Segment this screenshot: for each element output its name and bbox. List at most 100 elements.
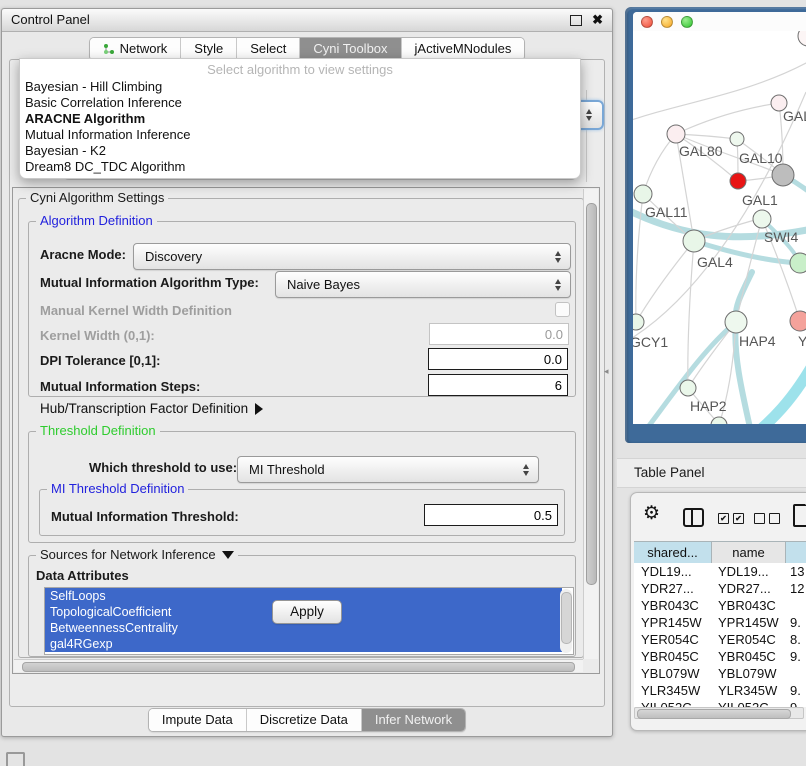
apply-button[interactable]: Apply	[272, 600, 342, 624]
tab-label: Style	[194, 38, 223, 60]
algorithm-option[interactable]: ARACNE Algorithm	[20, 111, 580, 127]
network-node[interactable]	[634, 185, 652, 203]
column-header-shared-name[interactable]: shared...	[634, 542, 712, 564]
split-pane-handle[interactable]: ◂	[604, 366, 609, 377]
tab-select[interactable]: Select	[237, 38, 300, 60]
attribute-list-scrollbar[interactable]	[560, 589, 572, 653]
table-cell: 9.	[786, 648, 806, 665]
scrollbar-thumb[interactable]	[561, 592, 572, 644]
expand-triangle-icon	[255, 403, 263, 415]
network-node[interactable]	[790, 311, 806, 331]
table-cell: 9.	[786, 614, 806, 631]
network-edge[interactable]	[688, 322, 736, 388]
column-header-partial[interactable]	[786, 542, 806, 564]
mi-threshold-input[interactable]	[424, 504, 558, 526]
algorithm-option[interactable]: Mutual Information Inference	[20, 127, 580, 143]
zoom-traffic-light[interactable]	[681, 16, 693, 28]
scrollbar-thumb[interactable]	[637, 709, 791, 719]
mi-algorithm-type-combobox[interactable]: Naive Bayes	[275, 271, 571, 298]
algorithm-option[interactable]: Basic Correlation Inference	[20, 95, 580, 111]
network-node[interactable]	[680, 380, 696, 396]
tab-style[interactable]: Style	[181, 38, 237, 60]
network-edge[interactable]	[748, 366, 806, 424]
tab-label: Cyni Toolbox	[313, 38, 387, 60]
dpi-tolerance-input[interactable]	[428, 348, 568, 370]
algorithm-option[interactable]: Bayesian - Hill Climbing	[20, 79, 580, 95]
table-panel-header: Table Panel	[617, 458, 806, 488]
algorithm-option[interactable]: Bayesian - K2	[20, 143, 580, 159]
column-header-name[interactable]: name	[712, 542, 786, 564]
manual-kernel-width-checkbox[interactable]	[555, 302, 570, 317]
algorithm-definition-group: Algorithm Definition Aracne Mode: Discov…	[28, 221, 576, 397]
table-cell: YPR145W	[712, 614, 786, 631]
settings-horizontal-scrollbar[interactable]	[14, 659, 583, 672]
network-node[interactable]	[798, 31, 806, 46]
network-window-titlebar	[633, 12, 806, 32]
table-row[interactable]: YBR043CYBR043C	[634, 597, 806, 614]
tab-cyni-toolbox[interactable]: Cyni Toolbox	[300, 38, 401, 60]
aracne-mode-combobox[interactable]: Discovery	[133, 243, 571, 270]
network-edge[interactable]	[643, 134, 676, 194]
column-layout-icon[interactable]	[683, 508, 704, 527]
close-icon[interactable]: ✖	[592, 11, 603, 29]
tab-impute-data[interactable]: Impute Data	[149, 709, 247, 731]
which-threshold-combobox[interactable]: MI Threshold	[237, 456, 539, 483]
float-window-icon[interactable]	[570, 15, 582, 26]
network-edge[interactable]	[636, 241, 694, 322]
scrollbar-thumb[interactable]	[22, 662, 575, 672]
network-node[interactable]	[683, 230, 705, 252]
kernel-width-input[interactable]	[429, 323, 569, 345]
network-node[interactable]	[790, 253, 806, 273]
scrollbar-thumb[interactable]	[586, 203, 597, 585]
hub-definition-expander[interactable]: Hub/Transcription Factor Definition	[40, 401, 263, 416]
tab-network[interactable]: Network	[90, 38, 182, 60]
tab-infer-network[interactable]: Infer Network	[362, 709, 465, 731]
table-row[interactable]: YER054CYER054C8.	[634, 631, 806, 648]
group-title: Threshold Definition	[36, 423, 160, 438]
table-row[interactable]: YPR145WYPR145W9.	[634, 614, 806, 631]
which-threshold-label: Which threshold to use:	[89, 460, 237, 475]
network-node-label: GAL11	[645, 204, 688, 220]
attribute-list-item[interactable]: gal4RGexp	[45, 636, 562, 652]
select-all-checkboxes-icon[interactable]: ✔ ✔	[718, 513, 744, 524]
network-node[interactable]	[730, 173, 746, 189]
table-row[interactable]: YIL052CYIL052C9.	[634, 699, 806, 707]
control-panel-window: Control Panel ✖ Network Style Select Cyn…	[1, 8, 613, 737]
tab-jactivemnodules[interactable]: jActiveMNodules	[402, 38, 525, 60]
tab-discretize-data[interactable]: Discretize Data	[247, 709, 362, 731]
network-window[interactable]: GALGAL80GAL10GAL1GAL11SWI4GAL4GCY1HAP4YH…	[633, 12, 806, 424]
table-cell: YPR145W	[634, 614, 712, 631]
network-edge[interactable]	[676, 103, 779, 134]
table-cell: 9.	[786, 699, 806, 707]
minimize-traffic-light[interactable]	[661, 16, 673, 28]
gear-icon[interactable]: ⚙	[643, 502, 660, 526]
network-node[interactable]	[730, 132, 744, 146]
network-node[interactable]	[633, 314, 644, 330]
table-row[interactable]: YBL079WYBL079W	[634, 665, 806, 682]
network-canvas[interactable]: GALGAL80GAL10GAL1GAL11SWI4GAL4GCY1HAP4YH…	[633, 31, 806, 424]
network-node[interactable]	[772, 164, 794, 186]
deselect-all-checkboxes-icon[interactable]	[754, 513, 780, 524]
network-node[interactable]	[753, 210, 771, 228]
table-cell: YDR27...	[712, 580, 786, 597]
table-row[interactable]: YDR27...YDR27...12	[634, 580, 806, 597]
combo-arrows-icon	[586, 109, 593, 121]
new-table-icon[interactable]	[793, 504, 806, 527]
minimized-panel-icon[interactable]	[6, 752, 25, 766]
algorithm-option[interactable]: Dream8 DC_TDC Algorithm	[20, 159, 580, 175]
close-traffic-light[interactable]	[641, 16, 653, 28]
table-row[interactable]: YDL19...YDL19...13	[634, 563, 806, 580]
table-panel-window: ⚙ ✔ ✔ shared... name YDL19...YDL19...13Y…	[630, 492, 806, 731]
network-node[interactable]	[667, 125, 685, 143]
table-horizontal-scrollbar[interactable]	[634, 707, 804, 719]
settings-vertical-scrollbar[interactable]	[583, 189, 598, 659]
table-cell: YBR043C	[634, 597, 712, 614]
network-node[interactable]	[725, 311, 747, 333]
mi-steps-input[interactable]	[428, 374, 568, 396]
network-node-label: GAL1	[742, 192, 778, 208]
table-row[interactable]: YLR345WYLR345W9.	[634, 682, 806, 699]
tab-label: Impute Data	[162, 709, 233, 731]
group-title-row[interactable]: Sources for Network Inference	[36, 547, 238, 562]
table-cell: 12	[786, 580, 806, 597]
table-row[interactable]: YBR045CYBR045C9.	[634, 648, 806, 665]
